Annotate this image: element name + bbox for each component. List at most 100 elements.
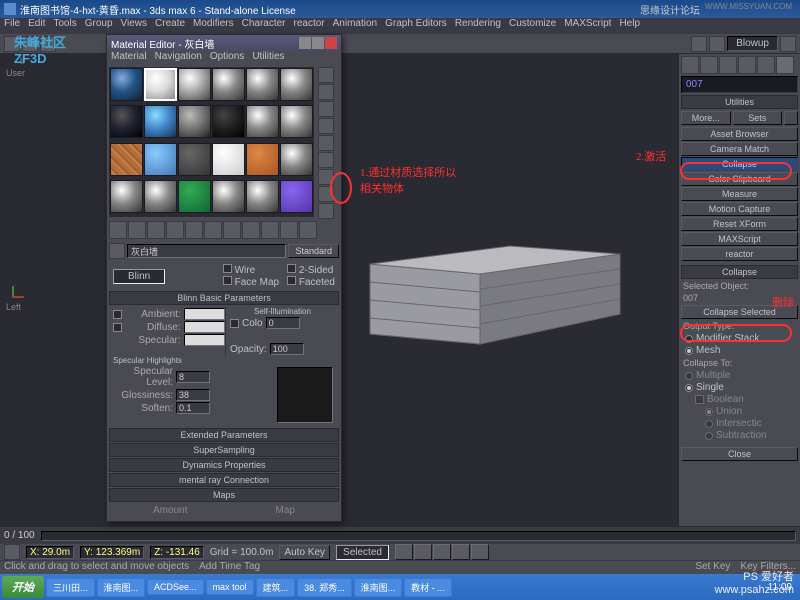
swatch[interactable] xyxy=(280,68,313,101)
material-type-button[interactable]: Standard xyxy=(288,244,339,258)
swatch[interactable] xyxy=(110,105,143,138)
render-preset[interactable]: Blowup xyxy=(727,36,778,51)
facemap-check[interactable] xyxy=(223,276,232,285)
soften-spinner[interactable]: 0.1 xyxy=(176,402,210,414)
swatch[interactable] xyxy=(212,180,245,213)
reset-xform-button[interactable]: Reset XForm xyxy=(681,217,798,231)
coord-y[interactable]: Y: 123.369m xyxy=(80,546,144,559)
swatch-selected[interactable] xyxy=(144,68,177,101)
pick-icon[interactable] xyxy=(109,243,125,259)
video-check-icon[interactable] xyxy=(318,135,334,151)
put-lib-icon[interactable] xyxy=(223,221,241,239)
swatch[interactable] xyxy=(178,105,211,138)
camera-match-button[interactable]: Camera Match xyxy=(681,142,798,156)
swatch[interactable] xyxy=(144,105,177,138)
go-parent-icon[interactable] xyxy=(299,221,317,239)
swatch[interactable] xyxy=(212,143,245,176)
mat-menu-utilities[interactable]: Utilities xyxy=(252,51,284,65)
swatch[interactable] xyxy=(178,68,211,101)
extended-rollout[interactable]: Extended Parameters xyxy=(109,428,339,442)
prev-frame-icon[interactable] xyxy=(414,544,432,560)
material-name-input[interactable] xyxy=(127,244,286,258)
time-tag[interactable]: Add Time Tag xyxy=(199,561,260,574)
assign-icon[interactable] xyxy=(147,221,165,239)
mat-menu-options[interactable]: Options xyxy=(210,51,244,65)
gloss-spinner[interactable]: 38 xyxy=(176,389,210,401)
blinn-rollout-header[interactable]: Blinn Basic Parameters xyxy=(109,291,339,305)
task-item[interactable]: 淮南图... xyxy=(354,578,403,597)
autokey-button[interactable]: Auto Key xyxy=(279,545,330,560)
swatch[interactable] xyxy=(178,180,211,213)
asset-browser-button[interactable]: Asset Browser xyxy=(681,127,798,141)
render-icon[interactable] xyxy=(691,36,707,52)
output-modifier-radio[interactable]: Modifier Stack xyxy=(681,333,798,344)
close-button[interactable]: Close xyxy=(681,447,798,461)
swatch[interactable] xyxy=(110,180,143,213)
motion-tab-icon[interactable] xyxy=(738,56,756,74)
utilities-tab-icon[interactable] xyxy=(776,56,794,74)
menu-rendering[interactable]: Rendering xyxy=(455,18,501,34)
swatch[interactable] xyxy=(212,105,245,138)
swatch[interactable] xyxy=(144,143,177,176)
menu-create[interactable]: Create xyxy=(155,18,185,34)
output-mesh-radio[interactable]: Mesh xyxy=(681,345,798,356)
timeline-track[interactable] xyxy=(41,531,796,541)
dynamics-rollout[interactable]: Dynamics Properties xyxy=(109,458,339,472)
diffuse-swatch[interactable] xyxy=(184,321,225,333)
utilities-rollout-header[interactable]: Utilities xyxy=(681,95,798,109)
make-preview-icon[interactable] xyxy=(318,152,334,168)
menu-views[interactable]: Views xyxy=(121,18,148,34)
sets-config-icon[interactable] xyxy=(784,111,798,125)
menu-group[interactable]: Group xyxy=(85,18,113,34)
swatch[interactable] xyxy=(280,180,313,213)
swatch[interactable] xyxy=(246,143,279,176)
collapse-rollout-header[interactable]: Collapse xyxy=(681,265,798,279)
modify-tab-icon[interactable] xyxy=(700,56,718,74)
task-item[interactable]: ACDSee... xyxy=(147,579,204,595)
render-last-icon[interactable] xyxy=(780,36,796,52)
swatch[interactable] xyxy=(212,68,245,101)
mat-menu-material[interactable]: Material xyxy=(111,51,147,65)
color-clipboard-button[interactable]: Color Clipboard xyxy=(681,172,798,186)
menu-maxscript[interactable]: MAXScript xyxy=(564,18,611,34)
object-name-field[interactable]: 007 xyxy=(681,76,798,93)
maps-rollout[interactable]: Maps xyxy=(109,488,339,502)
backlight-icon[interactable] xyxy=(318,84,334,100)
key-selected[interactable]: Selected xyxy=(336,545,389,560)
put-scene-icon[interactable] xyxy=(128,221,146,239)
swatch[interactable] xyxy=(110,143,143,176)
swatch[interactable] xyxy=(144,180,177,213)
selfillum-check[interactable] xyxy=(230,319,239,328)
options-icon[interactable] xyxy=(318,169,334,185)
more-button[interactable]: More... xyxy=(681,111,731,125)
faceted-check[interactable] xyxy=(287,276,296,285)
lock-icon[interactable] xyxy=(4,544,20,560)
ambient-swatch[interactable] xyxy=(184,308,225,320)
boolean-check[interactable]: Boolean xyxy=(681,394,798,405)
task-item[interactable]: max tool xyxy=(206,579,254,595)
mental-ray-rollout[interactable]: mental ray Connection xyxy=(109,473,339,487)
sample-uv-icon[interactable] xyxy=(318,118,334,134)
swatch[interactable] xyxy=(280,143,313,176)
sets-button[interactable]: Sets xyxy=(733,111,783,125)
next-frame-icon[interactable] xyxy=(452,544,470,560)
menu-grapheditors[interactable]: Graph Editors xyxy=(385,18,447,34)
swatch[interactable] xyxy=(246,105,279,138)
minimize-icon[interactable] xyxy=(299,37,311,49)
display-tab-icon[interactable] xyxy=(757,56,775,74)
ambient-lock[interactable] xyxy=(113,310,122,319)
swatch[interactable] xyxy=(246,68,279,101)
make-unique-icon[interactable] xyxy=(204,221,222,239)
selfillum-spinner[interactable]: 0 xyxy=(266,317,300,329)
swatch[interactable] xyxy=(110,68,143,101)
task-item[interactable]: 淮南图... xyxy=(97,578,146,597)
start-button[interactable]: 开始 xyxy=(2,576,44,598)
menu-character[interactable]: Character xyxy=(242,18,286,34)
specular-swatch[interactable] xyxy=(184,334,225,346)
reactor-button[interactable]: reactor xyxy=(681,247,798,261)
multiple-radio[interactable]: Multiple xyxy=(681,370,798,381)
task-item[interactable]: 教材 - ... xyxy=(404,578,452,597)
show-end-icon[interactable] xyxy=(280,221,298,239)
opacity-spinner[interactable]: 100 xyxy=(270,343,304,355)
background-icon[interactable] xyxy=(318,101,334,117)
